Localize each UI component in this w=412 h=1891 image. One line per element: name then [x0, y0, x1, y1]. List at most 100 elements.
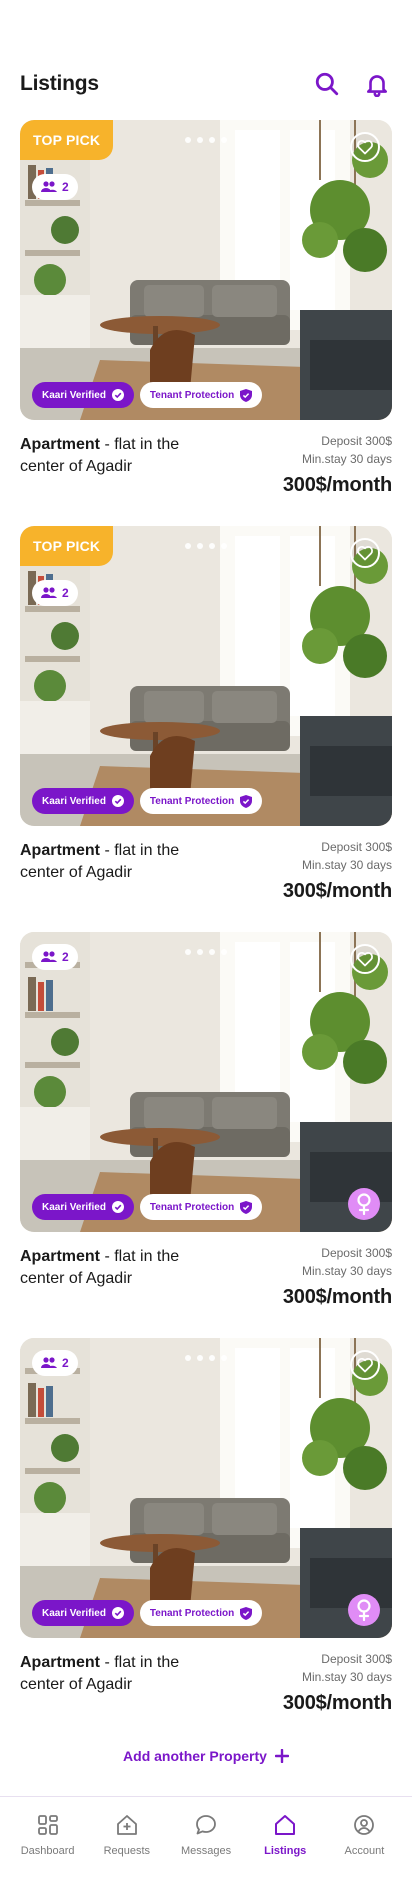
tab-dashboard[interactable]: Dashboard [8, 1813, 87, 1891]
female-only-badge [348, 1594, 380, 1626]
verified-check-icon [111, 389, 124, 401]
tab-account[interactable]: Account [325, 1813, 404, 1891]
heart-icon [357, 1357, 373, 1373]
tenant-protection-label: Tenant Protection [149, 1607, 235, 1619]
min-stay-text: Min.stay 30 days [301, 1264, 392, 1278]
listing-type: Apartment [20, 1248, 101, 1265]
guest-count: 2 [62, 950, 69, 964]
notifications-button[interactable] [362, 69, 392, 99]
tab-dashboard-label: Dashboard [20, 1845, 75, 1857]
listing-price: 300$/month [282, 474, 392, 496]
kaari-verified-label: Kaari Verified [42, 389, 106, 401]
room-photo [20, 932, 392, 1232]
listing-terms: Deposit 300$ Min.stay 30 days [302, 1650, 392, 1686]
min-stay-text: Min.stay 30 days [301, 858, 392, 872]
guest-count-badge: 2 [32, 174, 78, 200]
room-photo [20, 526, 392, 826]
top-pick-badge: TOP PICK [20, 120, 114, 160]
listing-title[interactable]: Apartment - flat in the center of Agadir [20, 840, 220, 884]
female-only-badge [348, 1188, 380, 1220]
kaari-verified-badge: Kaari Verified [32, 382, 134, 408]
verified-check-icon [111, 1201, 124, 1213]
photo-pagination-dots[interactable] [185, 949, 227, 955]
tab-requests-label: Requests [103, 1845, 151, 1857]
favorite-button[interactable] [350, 132, 380, 162]
tab-messages[interactable]: Messages [166, 1813, 245, 1891]
shield-icon [240, 794, 253, 808]
tenant-protection-badge: Tenant Protection [139, 1600, 263, 1626]
listing-card[interactable]: 2 Kaari Verified Tenant Protection Apart… [20, 932, 392, 1338]
guests-icon [41, 181, 57, 192]
guest-count: 2 [62, 586, 69, 600]
favorite-button[interactable] [350, 1350, 380, 1380]
tenant-protection-badge: Tenant Protection [139, 788, 263, 814]
listing-type: Apartment [20, 842, 101, 859]
photo-pagination-dots[interactable] [185, 1355, 227, 1361]
listing-title[interactable]: Apartment - flat in the center of Agadir [20, 1246, 220, 1290]
guest-count: 2 [62, 180, 69, 194]
deposit-text: Deposit 300$ [321, 434, 392, 448]
listing-badges: Kaari Verified Tenant Protection [32, 788, 263, 814]
deposit-text: Deposit 300$ [321, 840, 392, 854]
listing-terms: Deposit 300$ Min.stay 30 days [302, 838, 392, 874]
listing-photo[interactable]: 2 Kaari Verified Tenant Protection [20, 1338, 392, 1638]
favorite-button[interactable] [350, 538, 380, 568]
guest-count-badge: 2 [32, 580, 78, 606]
min-stay-text: Min.stay 30 days [301, 1670, 392, 1684]
listing-badges: Kaari Verified Tenant Protection [32, 382, 263, 408]
listing-terms: Deposit 300$ Min.stay 30 days [302, 432, 392, 468]
listing-photo[interactable]: TOP PICK 2 Kaari Verified Tenant Protect… [20, 526, 392, 826]
kaari-verified-label: Kaari Verified [42, 1607, 106, 1619]
bell-icon [367, 75, 387, 97]
room-photo [20, 120, 392, 420]
listing-badges: Kaari Verified Tenant Protection [32, 1600, 263, 1626]
tenant-protection-label: Tenant Protection [149, 1201, 235, 1213]
tab-listings-label: Listings [264, 1845, 307, 1857]
top-pick-badge: TOP PICK [20, 526, 114, 566]
guests-icon [41, 587, 57, 598]
verified-check-icon [111, 1607, 124, 1619]
listing-photo[interactable]: 2 Kaari Verified Tenant Protection [20, 932, 392, 1232]
listing-card[interactable]: TOP PICK 2 Kaari Verified Tenant Protect… [20, 120, 392, 526]
listing-info: Apartment - flat in the center of Agadir… [20, 432, 392, 526]
listing-card[interactable]: 2 Kaari Verified Tenant Protection Apart… [20, 1338, 392, 1744]
listing-terms: Deposit 300$ Min.stay 30 days [302, 1244, 392, 1280]
photo-pagination-dots[interactable] [185, 543, 227, 549]
kaari-verified-badge: Kaari Verified [32, 788, 134, 814]
tenant-protection-label: Tenant Protection [149, 389, 235, 401]
favorite-button[interactable] [350, 944, 380, 974]
search-icon [315, 72, 339, 96]
search-button[interactable] [312, 69, 342, 99]
listing-photo[interactable]: TOP PICK 2 Kaari Verified Tenant Protect… [20, 120, 392, 420]
guests-icon [41, 951, 57, 962]
listing-card[interactable]: TOP PICK 2 Kaari Verified Tenant Protect… [20, 526, 392, 932]
bottom-tab-bar: Dashboard Requests Messages Listings Acc… [0, 1796, 412, 1891]
deposit-text: Deposit 300$ [321, 1246, 392, 1260]
listing-type: Apartment [20, 436, 101, 453]
app-header: Listings [20, 66, 392, 102]
listing-price: 300$/month [282, 1692, 392, 1714]
female-icon [357, 1599, 371, 1621]
listings-icon [275, 1815, 296, 1835]
add-property-button[interactable]: Add another Property [0, 1748, 412, 1764]
kaari-verified-badge: Kaari Verified [32, 1194, 134, 1220]
account-icon [354, 1815, 375, 1835]
requests-icon [116, 1815, 137, 1835]
deposit-text: Deposit 300$ [321, 1652, 392, 1666]
guest-count: 2 [62, 1356, 69, 1370]
messages-icon [196, 1815, 216, 1835]
listing-title[interactable]: Apartment - flat in the center of Agadir [20, 1652, 220, 1696]
heart-icon [357, 545, 373, 561]
header-actions [312, 69, 392, 99]
photo-pagination-dots[interactable] [185, 137, 227, 143]
tab-listings[interactable]: Listings [246, 1813, 325, 1891]
tab-requests[interactable]: Requests [87, 1813, 166, 1891]
tenant-protection-label: Tenant Protection [149, 795, 235, 807]
listing-info: Apartment - flat in the center of Agadir… [20, 838, 392, 932]
guests-icon [41, 1357, 57, 1368]
dashboard-icon [37, 1815, 58, 1835]
room-photo [20, 1338, 392, 1638]
listing-title[interactable]: Apartment - flat in the center of Agadir [20, 434, 220, 478]
heart-icon [357, 951, 373, 967]
min-stay-text: Min.stay 30 days [301, 452, 392, 466]
